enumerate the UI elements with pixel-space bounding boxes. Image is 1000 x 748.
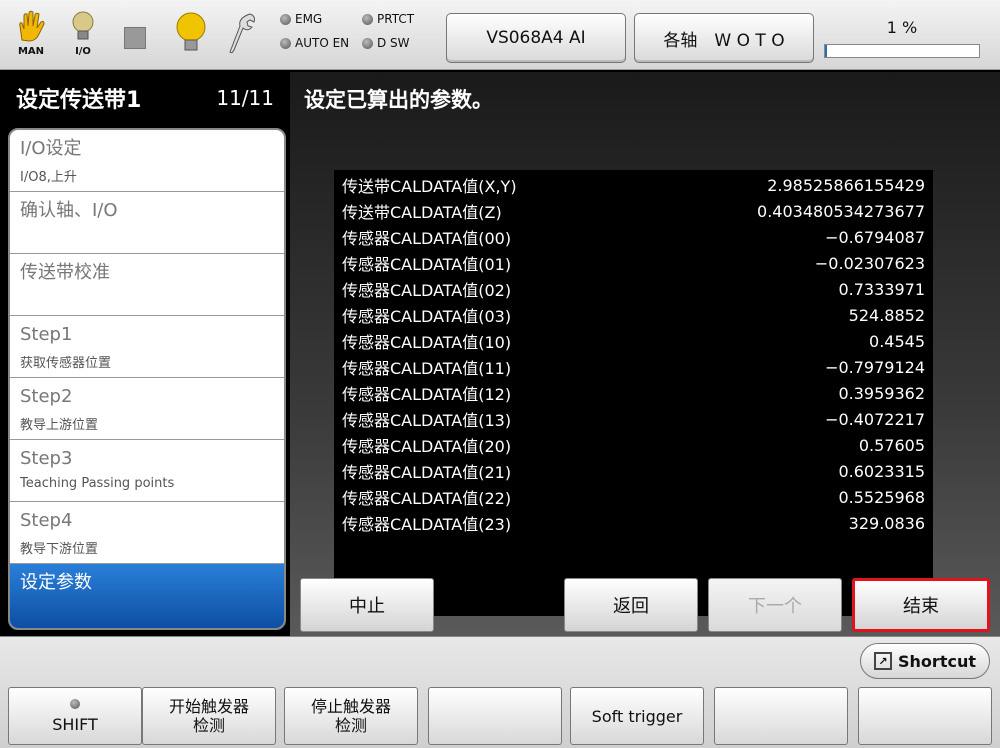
man-caption: MAN (17, 46, 45, 57)
shortcut-arrow-icon: ↗ (874, 652, 893, 670)
step-item-step2[interactable]: Step2 教导上游位置 (10, 378, 284, 440)
table-row: 传感器CALDATA值(13) −0.4072217 (342, 409, 925, 431)
stop-square-icon (124, 27, 146, 49)
table-row: 传感器CALDATA值(21) 0.6023315 (342, 461, 925, 483)
progress-text: 1 % (886, 18, 918, 37)
step-item-confirm-axis[interactable]: 确认轴、I/O (10, 192, 284, 254)
page-counter: 11/11 (216, 86, 274, 110)
finish-button[interactable]: 结束 (852, 578, 990, 632)
function-key-4[interactable] (428, 687, 562, 745)
step-item-step4[interactable]: Step4 教导下游位置 (10, 502, 284, 564)
table-row: 传感器CALDATA值(03) 524.8852 (342, 305, 925, 327)
abort-button[interactable]: 中止 (300, 578, 434, 632)
step-item-conveyor-calibration[interactable]: 传送带校准 (10, 254, 284, 316)
led-auto-en: AUTO EN (280, 36, 349, 50)
wizard-header: 设定传送带1 11/11 (0, 72, 290, 124)
axis-mode-button[interactable]: 各轴 W O T O (634, 13, 814, 63)
progress-bar (824, 44, 980, 58)
table-row: 传感器CALDATA值(11) −0.7979124 (342, 357, 925, 379)
shift-led-icon (70, 698, 80, 709)
manual-mode-indicator[interactable]: MAN (14, 10, 48, 62)
hand-icon (19, 10, 45, 42)
next-button[interactable]: 下一个 (708, 578, 842, 632)
parameter-table: 传送带CALDATA值(X,Y) 2.98525866155429 传送带CALD… (334, 170, 933, 616)
led-dot-icon (362, 37, 373, 49)
robot-model-button[interactable]: VS068A4 AI (446, 13, 626, 63)
step-item-step1[interactable]: Step1 获取传感器位置 (10, 316, 284, 378)
main-content: 设定已算出的参数。 传送带CALDATA值(X,Y) 2.985258661554… (290, 72, 1000, 636)
page-title: 设定已算出的参数。 (304, 88, 493, 112)
back-button[interactable]: 返回 (564, 578, 698, 632)
step-item-step3[interactable]: Step3 Teaching Passing points (10, 440, 284, 502)
led-dot-icon (280, 37, 291, 49)
led-dot-icon (280, 13, 291, 25)
stop-trigger-detect-button[interactable]: 停止触发器 检测 (284, 687, 418, 745)
wizard-step-list: I/O设定 I/O8,上升 确认轴、I/O 传送带校准 Step1 获取传感器位… (8, 128, 286, 630)
led-dot-icon (362, 13, 373, 25)
table-row: 传感器CALDATA值(23) 329.0836 (342, 513, 925, 535)
function-key-bar: ↗ Shortcut SHIFT 开始触发器 检测 停止触发器 检测 Soft … (0, 636, 1000, 748)
step-item-set-parameters[interactable]: 设定参数 (10, 564, 284, 628)
function-key-6[interactable] (714, 687, 848, 745)
led-d-sw: D SW (362, 36, 410, 50)
io-bulb-icon (72, 11, 94, 40)
wizard-title: 设定传送带1 (16, 88, 142, 113)
wrench-icon (229, 13, 255, 54)
table-row: 传感器CALDATA值(22) 0.5525968 (342, 487, 925, 509)
soft-trigger-button[interactable]: Soft trigger (570, 687, 704, 745)
lamp-bulb-icon (176, 12, 206, 51)
table-row: 传感器CALDATA值(12) 0.3959362 (342, 383, 925, 405)
top-status-bar: MAN I/O EMG PRTCT AUTO EN D SW VS068A4 A… (0, 0, 1000, 70)
table-row: 传感器CALDATA值(10) 0.4545 (342, 331, 925, 353)
speed-progress[interactable]: 1 % (824, 18, 980, 60)
step-item-io-setting[interactable]: I/O设定 I/O8,上升 (10, 130, 284, 192)
table-row: 传感器CALDATA值(02) 0.7333971 (342, 279, 925, 301)
io-indicator[interactable]: I/O (70, 10, 96, 62)
progress-fill (825, 45, 827, 57)
shortcut-button[interactable]: ↗ Shortcut (860, 643, 990, 679)
led-prtct: PRTCT (362, 12, 414, 26)
start-trigger-detect-button[interactable]: 开始触发器 检测 (142, 687, 276, 745)
table-row: 传感器CALDATA值(20) 0.57605 (342, 435, 925, 457)
table-row: 传感器CALDATA值(01) −0.02307623 (342, 253, 925, 275)
table-row: 传送带CALDATA值(Z) 0.403480534273677 (342, 201, 925, 223)
function-key-7[interactable] (858, 687, 992, 745)
table-row: 传送带CALDATA值(X,Y) 2.98525866155429 (342, 175, 925, 197)
led-emg: EMG (280, 12, 322, 26)
maintenance-indicator[interactable] (228, 10, 258, 62)
shift-button[interactable]: SHIFT (8, 687, 142, 745)
io-caption: I/O (75, 46, 91, 57)
status-led-group: EMG PRTCT AUTO EN D SW (280, 12, 430, 58)
table-row: 传感器CALDATA值(00) −0.6794087 (342, 227, 925, 249)
lamp-indicator[interactable] (174, 10, 208, 62)
